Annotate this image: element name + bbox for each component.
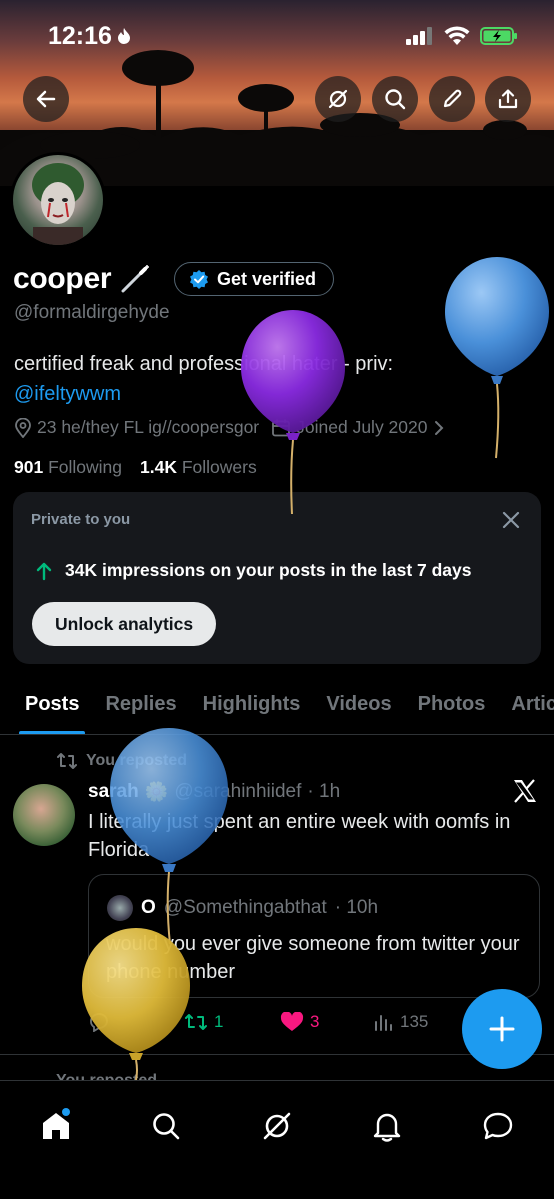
balloon-yellow: [82, 928, 190, 1080]
post-author-avatar[interactable]: [13, 784, 75, 846]
flame-icon: [118, 28, 130, 44]
like-action[interactable]: 3: [280, 1012, 374, 1032]
location-text: 23 he/they FL ig//coopersgor: [37, 417, 260, 437]
get-verified-button[interactable]: Get verified: [174, 262, 335, 296]
nav-search[interactable]: [141, 1101, 191, 1151]
following-count: 901: [14, 457, 44, 477]
plus-icon: [489, 1016, 515, 1042]
display-name: cooper: [13, 262, 112, 295]
profile-meta: 23 he/they FL ig//coopersgor Joined July…: [14, 417, 445, 438]
tab-articles[interactable]: Articles: [511, 673, 554, 734]
follow-counts: 901 Following 1.4K Followers: [14, 457, 257, 478]
bottom-navigation: [0, 1080, 554, 1199]
get-verified-label: Get verified: [217, 268, 317, 289]
nav-notifications[interactable]: [362, 1101, 412, 1151]
arrow-up-icon: [36, 562, 52, 580]
views-icon: [375, 1015, 392, 1031]
grok-button[interactable]: [315, 76, 361, 122]
magic-wand-icon: [121, 265, 150, 293]
nav-messages[interactable]: [473, 1101, 523, 1151]
share-button[interactable]: [485, 76, 531, 122]
back-arrow-icon: [36, 90, 56, 108]
analytics-title: Private to you: [31, 511, 131, 528]
heart-icon: [280, 1012, 304, 1031]
profile-avatar[interactable]: [10, 152, 106, 248]
pencil-icon: [443, 89, 462, 108]
status-bar: 12:16: [0, 0, 554, 72]
tab-photos[interactable]: Photos: [418, 673, 486, 734]
close-icon[interactable]: [501, 510, 521, 530]
x-logo-icon: [514, 779, 536, 803]
home-notification-dot: [62, 1108, 70, 1116]
bell-icon: [373, 1113, 401, 1142]
grok-icon: [263, 1112, 291, 1140]
followers-count: 1.4K: [140, 457, 177, 477]
following-link[interactable]: 901 Following: [14, 457, 122, 478]
profile-handle: @formaldirgehyde: [14, 302, 170, 323]
balloon-purple: [241, 310, 345, 515]
status-time: 12:16: [48, 22, 112, 50]
grok-icon: [328, 89, 348, 109]
following-label: Following: [48, 457, 123, 477]
balloon-blue-right: [445, 257, 549, 459]
impressions-line: 34K impressions on your posts in the las…: [35, 560, 472, 581]
wifi-icon: [444, 26, 470, 45]
edit-profile-button[interactable]: [429, 76, 475, 122]
search-icon: [385, 89, 406, 110]
back-button[interactable]: [23, 76, 69, 122]
like-count: 3: [310, 1012, 320, 1031]
location-pin-icon: [15, 417, 31, 438]
tab-posts[interactable]: Posts: [19, 673, 86, 734]
quote-time: · 10h: [334, 897, 379, 918]
battery-charging-icon: [480, 27, 517, 45]
tab-videos[interactable]: Videos: [326, 673, 391, 734]
repost-count: 1: [214, 1012, 224, 1031]
impressions-text: 34K impressions on your posts in the las…: [65, 560, 472, 580]
cellular-signal-icon: [406, 27, 432, 45]
share-icon: [498, 89, 518, 109]
verified-badge-icon: [190, 270, 208, 289]
repost-icon: [57, 753, 77, 769]
unlock-analytics-button[interactable]: Unlock analytics: [32, 602, 217, 646]
name-row: cooper: [13, 262, 153, 296]
messages-icon: [483, 1112, 513, 1140]
nav-grok[interactable]: [252, 1101, 302, 1151]
balloon-blue-center: [110, 728, 228, 945]
search-icon: [153, 1113, 180, 1140]
views-count: 135: [400, 1012, 429, 1031]
post-time: · 1h: [307, 781, 341, 802]
views-action[interactable]: 135: [374, 1012, 428, 1032]
search-button[interactable]: [372, 76, 418, 122]
compose-post-button[interactable]: [462, 989, 542, 1069]
profile-tabs: Posts Replies Highlights Videos Photos A…: [0, 673, 554, 735]
repost-action[interactable]: 1: [184, 1012, 280, 1032]
nav-home[interactable]: [31, 1101, 81, 1151]
location-item: 23 he/they FL ig//coopersgor: [14, 417, 259, 438]
